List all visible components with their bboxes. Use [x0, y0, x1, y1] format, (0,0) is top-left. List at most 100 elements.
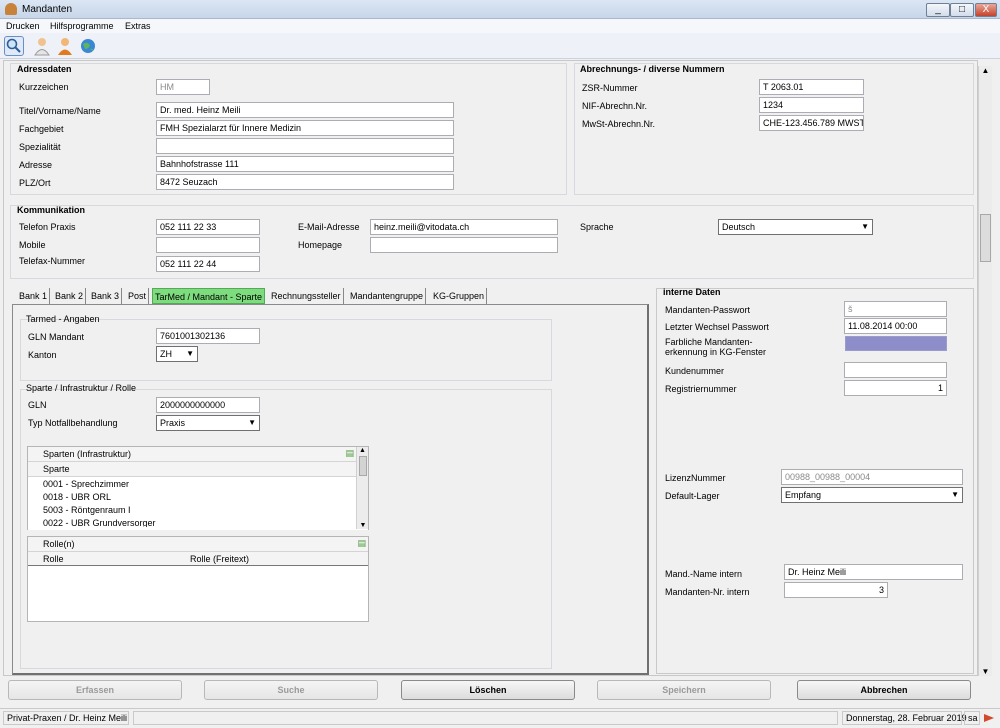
name-intern-input[interactable]: Dr. Heinz Meili: [784, 564, 963, 580]
passwort-input[interactable]: š: [844, 301, 947, 317]
name-intern-label: Mand.-Name intern: [665, 569, 743, 579]
email-label: E-Mail-Adresse: [298, 222, 360, 232]
menu-bar: Drucken Hilfsprogramme Extras: [0, 19, 1000, 33]
tab-bank-3[interactable]: Bank 3: [89, 288, 123, 304]
kanton-value: ZH: [160, 349, 172, 359]
mwst-label: MwSt-Abrechn.Nr.: [582, 119, 656, 129]
homepage-input[interactable]: [370, 237, 558, 253]
telefon-input[interactable]: 052 111 22 33: [156, 219, 260, 235]
rolle-freitext-col: Rolle (Freitext): [190, 554, 250, 564]
telefax-label: Telefax-Nummer: [19, 256, 86, 266]
user-icon[interactable]: [32, 36, 52, 56]
sprache-select[interactable]: Deutsch ▼: [718, 219, 873, 235]
wechsel-input[interactable]: 11.08.2014 00:00: [844, 318, 947, 334]
kurzzeichen-input[interactable]: HM: [156, 79, 210, 95]
add-row-icon[interactable]: ▤: [357, 538, 366, 549]
maximize-button[interactable]: □: [950, 3, 974, 17]
erfassen-button[interactable]: Erfassen: [8, 680, 182, 700]
scroll-down-icon[interactable]: ▼: [357, 522, 369, 529]
tab-rechnungssteller[interactable]: Rechnungssteller: [269, 288, 344, 304]
telefon-label: Telefon Praxis: [19, 222, 76, 232]
tab-post[interactable]: Post: [126, 288, 150, 304]
intern-title: interne Daten: [663, 287, 721, 297]
menu-drucken[interactable]: Drucken: [6, 21, 40, 31]
lager-value: Empfang: [785, 490, 822, 500]
email-input[interactable]: heinz.meili@vitodata.ch: [370, 219, 558, 235]
sparten-scrollbar[interactable]: ▲ ▼: [356, 447, 368, 529]
tab-kg-gruppen[interactable]: KG-Gruppen: [431, 288, 488, 304]
nr-intern-input[interactable]: 3: [784, 582, 888, 598]
loeschen-button[interactable]: Löschen: [401, 680, 575, 700]
telefax-input[interactable]: 052 111 22 44: [156, 256, 260, 272]
scroll-up-icon[interactable]: ▲: [357, 447, 368, 454]
toolbar: [0, 33, 1000, 59]
nif-input[interactable]: 1234: [759, 97, 864, 113]
plz-input[interactable]: 8472 Seuzach: [156, 174, 454, 190]
sprache-value: Deutsch: [722, 222, 756, 232]
scroll-up-icon[interactable]: ▲: [979, 66, 992, 75]
add-row-icon[interactable]: ▤: [345, 448, 354, 459]
farbe-swatch[interactable]: [845, 336, 947, 351]
window-title: Mandanten: [22, 4, 73, 15]
typ-value: Praxis: [160, 418, 186, 428]
chevron-down-icon: ▼: [861, 222, 869, 231]
list-item[interactable]: 0018 - UBR ORL: [28, 490, 368, 503]
menu-hilfsprogramme[interactable]: Hilfsprogramme: [50, 21, 114, 31]
list-item[interactable]: 0001 - Sprechzimmer: [28, 477, 368, 490]
kanton-select[interactable]: ZH ▼: [156, 346, 198, 362]
spezialitaet-label: Spezialität: [19, 142, 61, 152]
rolle-grid-title-text: Rolle(n): [43, 539, 75, 549]
titel-label: Titel/Vorname/Name: [19, 106, 101, 116]
typ-select[interactable]: Praxis ▼: [156, 415, 260, 431]
kunden-input[interactable]: [844, 362, 947, 378]
tarmed-title: Tarmed - Angaben: [26, 314, 100, 324]
sparten-grid-title-text: Sparten (Infrastruktur): [43, 449, 132, 459]
regist-input[interactable]: 1: [844, 380, 947, 396]
kunden-label: Kundenummer: [665, 366, 725, 376]
mobile-input[interactable]: [156, 237, 260, 253]
passwort-label: Mandanten-Passwort: [665, 305, 751, 315]
menu-extras[interactable]: Extras: [125, 21, 151, 31]
tab-mandantengruppe[interactable]: Mandantengruppe: [348, 288, 427, 304]
abbrechen-button[interactable]: Abbrechen: [797, 680, 971, 700]
main-scrollbar[interactable]: ▲ ▼: [978, 66, 992, 676]
gln-label: GLN: [28, 400, 47, 410]
gln-mandant-input[interactable]: 7601001302136: [156, 328, 260, 344]
scroll-down-icon[interactable]: ▼: [979, 667, 992, 676]
globe-icon[interactable]: [78, 36, 98, 56]
scroll-thumb[interactable]: [980, 214, 991, 262]
suche-button[interactable]: Suche: [204, 680, 378, 700]
lizenz-input[interactable]: 00988_00988_00004: [781, 469, 963, 485]
farbe-label-1: Farbliche Mandanten-: [665, 337, 753, 347]
chevron-down-icon: ▼: [186, 349, 194, 358]
list-item[interactable]: 5003 - Röntgenraum I: [28, 503, 368, 516]
tab-bank-1[interactable]: Bank 1: [17, 288, 51, 304]
lager-label: Default-Lager: [665, 491, 720, 501]
zsr-input[interactable]: T 2063.01: [759, 79, 864, 95]
rolle-grid: Rolle(n) ▤ Rolle Rolle (Freitext): [27, 536, 369, 622]
tab-bank-2[interactable]: Bank 2: [53, 288, 87, 304]
speichern-button[interactable]: Speichern: [597, 680, 771, 700]
nif-label: NIF-Abrechn.Nr.: [582, 101, 648, 111]
adresse-input[interactable]: Bahnhofstrasse 111: [156, 156, 454, 172]
resize-grip-icon[interactable]: [982, 712, 996, 724]
status-empty: [133, 711, 838, 725]
spezialitaet-input[interactable]: [156, 138, 454, 154]
kommunikation-title: Kommunikation: [17, 205, 86, 215]
plz-label: PLZ/Ort: [19, 178, 51, 188]
lager-select[interactable]: Empfang ▼: [781, 487, 963, 503]
gln-input[interactable]: 2000000000000: [156, 397, 260, 413]
fachgebiet-input[interactable]: FMH Spezialarzt für Innere Medizin: [156, 120, 454, 136]
titel-input[interactable]: Dr. med. Heinz Meili: [156, 102, 454, 118]
mwst-input[interactable]: CHE-123.456.789 MWST: [759, 115, 864, 131]
user-orange-icon[interactable]: [55, 36, 75, 56]
app-icon: [5, 3, 17, 15]
scroll-thumb[interactable]: [358, 456, 367, 476]
close-button[interactable]: X: [975, 3, 997, 17]
gln-mandant-label: GLN Mandant: [28, 332, 85, 342]
magnifier-icon[interactable]: [4, 36, 24, 56]
minimize-button[interactable]: _: [926, 3, 950, 17]
status-date: Donnerstag, 28. Februar 2019: [842, 711, 967, 725]
chevron-down-icon: ▼: [951, 490, 959, 499]
tab-tarmed[interactable]: TarMed / Mandant - Sparte: [152, 288, 266, 304]
